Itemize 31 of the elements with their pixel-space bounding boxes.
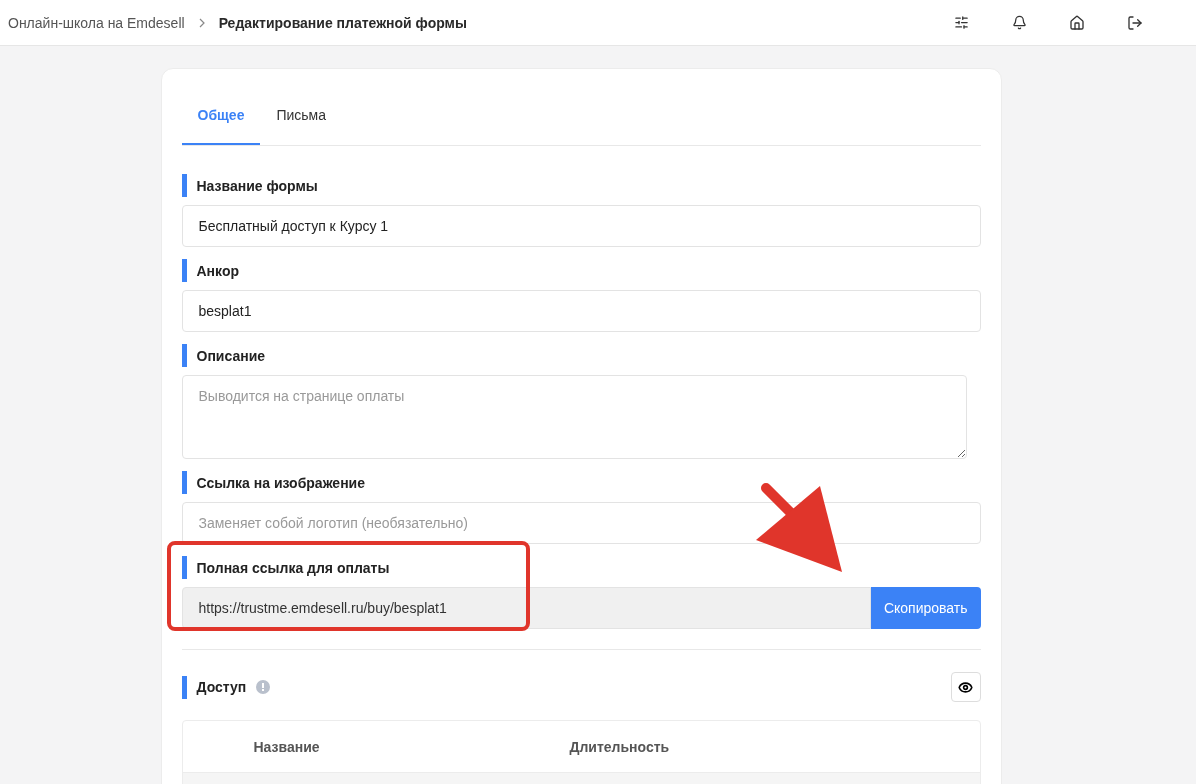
settings-icon[interactable] [953, 15, 969, 30]
label-marker [181, 471, 187, 494]
section-title: Доступ [196, 679, 247, 695]
logout-icon[interactable] [1127, 14, 1143, 31]
eye-icon [958, 679, 973, 695]
breadcrumb-link[interactable]: Онлайн-школа на Emdesell [8, 14, 185, 31]
field-label: Название формы [196, 177, 318, 194]
label-marker [181, 556, 187, 579]
column-header: Название [252, 738, 321, 755]
tab[interactable]: Письма [260, 89, 342, 145]
textarea-field[interactable]: Выводится на странице оплаты [181, 375, 967, 459]
field-label: Описание [196, 347, 266, 364]
home-icon[interactable] [1069, 14, 1085, 31]
input-field[interactable]: besplat1 [181, 290, 981, 332]
field-label: Полная ссылка для оплаты [196, 559, 390, 576]
copy-button[interactable]: Скопировать [870, 587, 981, 629]
link-field[interactable]: https://trustme.emdesell.ru/buy/besplat1 [181, 587, 871, 629]
label-marker [181, 344, 187, 367]
chevron-icon [198, 17, 205, 28]
label-marker [181, 675, 187, 699]
field-label: Анкор [196, 262, 239, 279]
page-title: Редактирование платежной формы [218, 14, 467, 31]
bell-icon[interactable] [1011, 15, 1027, 30]
tab[interactable]: Общее [181, 89, 261, 145]
field-label: Ссылка на изображение [196, 474, 365, 491]
label-marker [181, 174, 187, 197]
input-field[interactable]: Бесплатный доступ к Курсу 1 [181, 205, 981, 247]
column-header: Длительность [569, 738, 671, 755]
eye-button[interactable] [950, 672, 981, 702]
input-field[interactable]: Заменяет собой логотип (необязательно) [181, 502, 981, 544]
label-marker [181, 259, 187, 282]
